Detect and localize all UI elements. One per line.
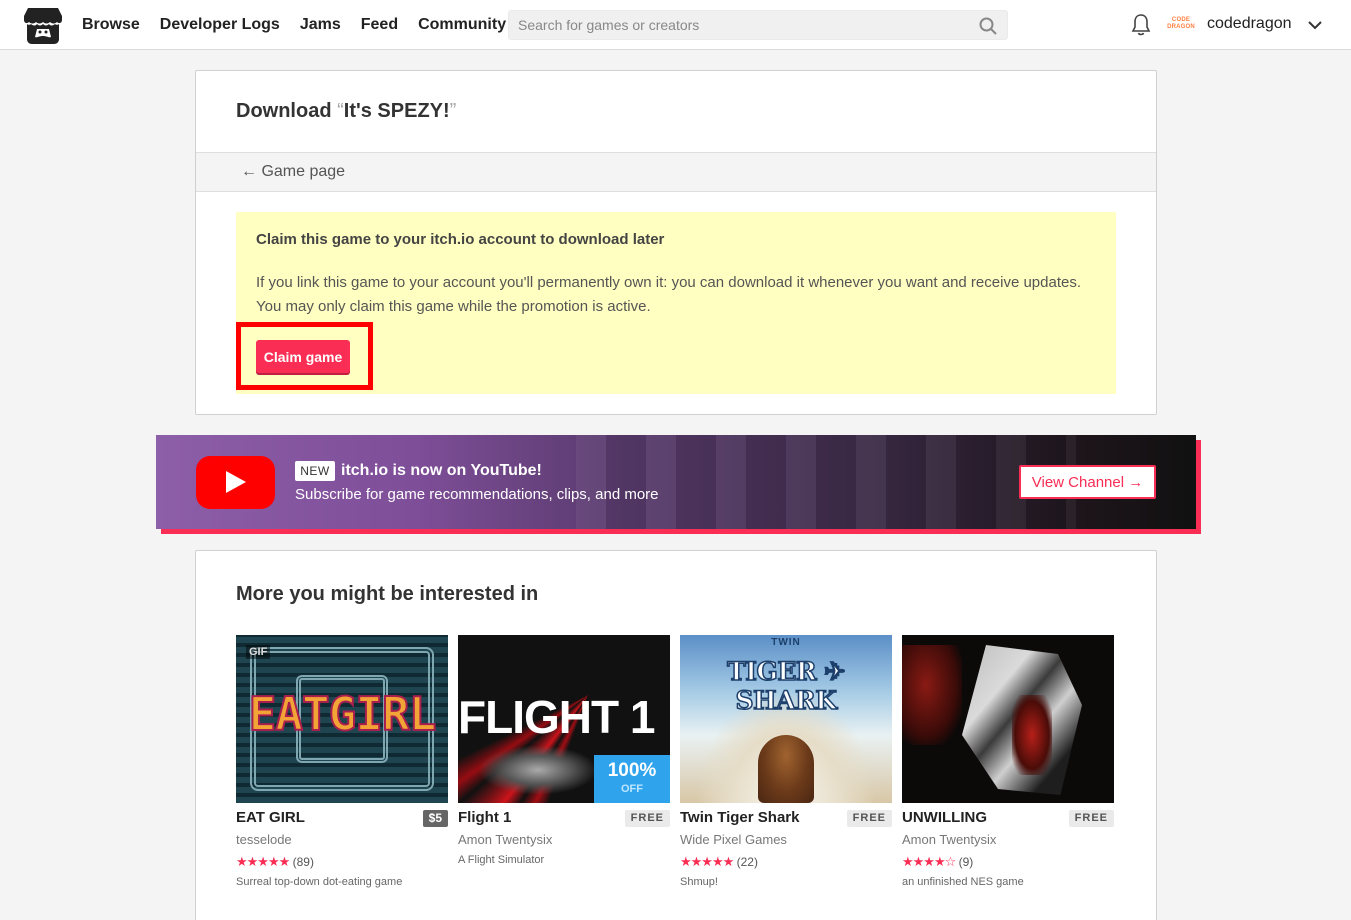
star-rating-icon: ★★★★☆ (902, 854, 956, 869)
price-badge: FREE (1068, 810, 1114, 827)
nav-developer-logs[interactable]: Developer Logs (160, 16, 280, 34)
nav-community[interactable]: Community (418, 16, 506, 34)
game-cell-unwilling: UNWILLING FREE Amon Twentysix ★★★★☆ (9) … (902, 635, 1114, 888)
game-thumbnail[interactable]: FLIGHT 1 100% OFF (458, 635, 670, 803)
rating-count: (9) (958, 855, 974, 869)
youtube-banner[interactable]: NEW itch.io is now on YouTube! Subscribe… (156, 435, 1196, 529)
youtube-logo-icon (196, 456, 275, 509)
game-title-link[interactable]: EAT GIRL (236, 809, 305, 826)
avatar-text-line-2: DRAGON (1167, 24, 1195, 30)
star-rating-icon: ★★★★★ (236, 854, 290, 869)
sale-off-label: OFF (621, 783, 643, 795)
thumbnail-text: TIGER ✈ SHARK (726, 656, 846, 716)
page-title-game-name: It's SPEZY! (343, 100, 450, 122)
price-badge: FREE (624, 810, 670, 827)
avatar[interactable]: CODE DRAGON (1167, 12, 1195, 36)
game-cell-eat-girl: EATGIRL GIF EAT GIRL $5 tesselode ★★★★★ … (236, 635, 448, 888)
game-short-text: A Flight Simulator (458, 854, 545, 866)
game-author-link[interactable]: Amon Twentysix (902, 832, 996, 847)
claim-game-button[interactable]: Claim game (256, 340, 350, 373)
youtube-banner-title: itch.io is now on YouTube! (341, 462, 542, 479)
search-icon[interactable] (979, 17, 997, 35)
game-title-link[interactable]: Twin Tiger Shark (680, 809, 799, 826)
game-rating: ★★★★★ (22) (680, 854, 758, 870)
game-author-link[interactable]: tesselode (236, 832, 292, 847)
game-thumbnail[interactable]: TWIN TIGER ✈ SHARK (680, 635, 892, 803)
star-rating-icon: ★★★★★ (680, 854, 734, 869)
claim-notice-heading: Claim this game to your itch.io account … (256, 231, 665, 248)
game-author-link[interactable]: Wide Pixel Games (680, 832, 787, 847)
game-rating: ★★★★★ (89) (236, 854, 314, 870)
thumbnail-art (1012, 695, 1052, 775)
nav-jams[interactable]: Jams (300, 16, 341, 34)
game-title-link[interactable]: UNWILLING (902, 809, 987, 826)
game-short-text: Shmup! (680, 876, 718, 888)
search-box (508, 10, 1008, 40)
gif-badge: GIF (246, 645, 271, 659)
username[interactable]: codedragon (1207, 15, 1292, 33)
game-short-text: Surreal top-down dot-eating game (236, 876, 403, 888)
chevron-down-icon[interactable] (1307, 17, 1323, 33)
page-title-prefix: Download (236, 100, 338, 122)
game-title-row: UNWILLING FREE (902, 809, 1114, 829)
thumbnail-text: FLIGHT 1 (458, 691, 655, 743)
rating-count: (22) (736, 855, 758, 869)
back-to-game-page-link[interactable]: ← Game page (241, 163, 345, 181)
page-title: Download “It's SPEZY!” (236, 100, 456, 123)
sale-percent: 100% (607, 760, 657, 781)
game-author-link[interactable]: Amon Twentysix (458, 832, 552, 847)
thumbnail-text: EATGIRL (248, 686, 438, 742)
game-cell-flight-1: FLIGHT 1 100% OFF Flight 1 FREE Amon Twe… (458, 635, 670, 866)
game-thumbnail[interactable]: EATGIRL GIF (236, 635, 448, 803)
game-title-row: Flight 1 FREE (458, 809, 670, 829)
thumbnail-text: TWIN (771, 637, 801, 648)
price-badge: $5 (422, 810, 448, 827)
sale-badge: 100% OFF (594, 755, 670, 803)
youtube-banner-background (576, 435, 1076, 529)
sub-nav: ← Game page (196, 152, 1156, 192)
view-channel-button[interactable]: View Channel → (1019, 465, 1156, 499)
rating-count: (89) (292, 855, 314, 869)
download-panel: Download “It's SPEZY!” ← Game page Claim… (195, 70, 1157, 415)
game-title-link[interactable]: Flight 1 (458, 809, 511, 826)
top-bar: Browse Developer Logs Jams Feed Communit… (0, 0, 1351, 50)
new-badge: NEW (295, 461, 335, 481)
price-badge: FREE (846, 810, 892, 827)
game-short-text: an unfinished NES game (902, 876, 1024, 888)
thumbnail-art (902, 645, 962, 745)
page-title-close-quote: ” (449, 100, 457, 122)
itchio-logo-icon[interactable] (23, 7, 63, 45)
avatar-text-line-1: CODE (1171, 17, 1191, 23)
game-title-row: EAT GIRL $5 (236, 809, 448, 829)
page-title-open-quote: “ (337, 100, 344, 122)
claim-notice: Claim this game to your itch.io account … (236, 212, 1116, 394)
search-input[interactable] (509, 11, 969, 39)
recommendations-panel: More you might be interested in EATGIRL … (195, 550, 1157, 920)
bell-icon[interactable] (1130, 13, 1152, 37)
youtube-banner-subtitle: Subscribe for game recommendations, clip… (295, 486, 659, 503)
game-cell-twin-tiger-shark: TWIN TIGER ✈ SHARK Twin Tiger Shark FREE… (680, 635, 892, 888)
game-title-row: Twin Tiger Shark FREE (680, 809, 892, 829)
recommendations-heading: More you might be interested in (236, 583, 539, 605)
game-thumbnail[interactable] (902, 635, 1114, 803)
game-rating: ★★★★☆ (9) (902, 854, 973, 870)
thumbnail-art (478, 745, 598, 795)
nav-browse[interactable]: Browse (82, 16, 140, 34)
main-nav: Browse Developer Logs Jams Feed Communit… (82, 0, 506, 50)
thumbnail-art (758, 735, 814, 803)
claim-notice-body: If you link this game to your account yo… (256, 274, 1081, 315)
nav-feed[interactable]: Feed (361, 16, 398, 34)
